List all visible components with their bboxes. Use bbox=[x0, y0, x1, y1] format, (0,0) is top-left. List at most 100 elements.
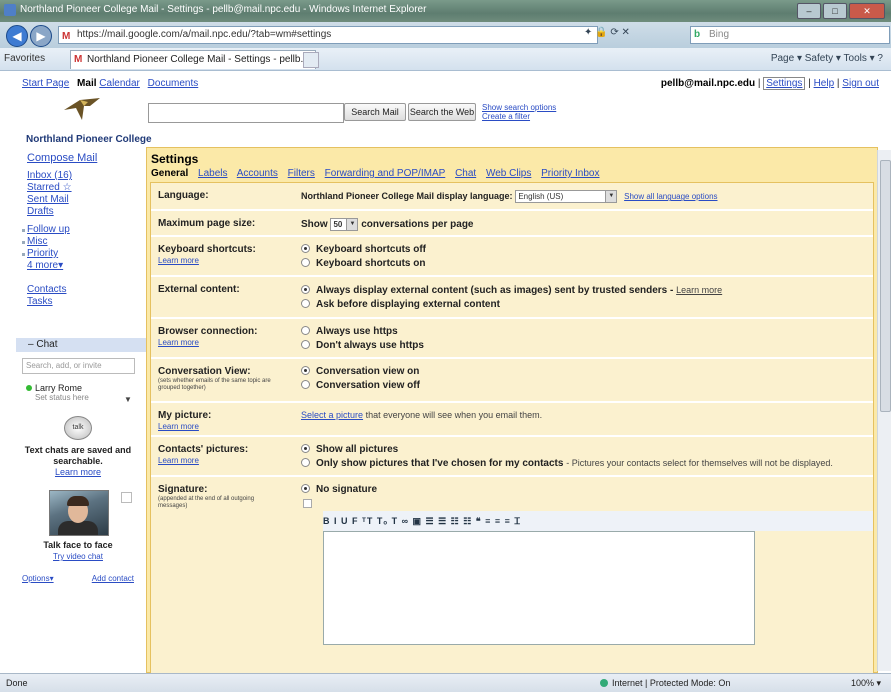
create-filter-link[interactable]: Create a filter bbox=[482, 112, 556, 121]
contact-status[interactable]: Set status here bbox=[35, 393, 89, 402]
https-not-always-text: Don't always use https bbox=[316, 340, 424, 351]
page-size-select[interactable]: 50 ▼ bbox=[330, 218, 359, 231]
page-scrollbar[interactable] bbox=[877, 150, 891, 671]
signature-radio[interactable] bbox=[303, 499, 312, 508]
new-tab-button[interactable] bbox=[303, 52, 319, 68]
radio-selected-icon[interactable] bbox=[301, 484, 310, 493]
contacts-pic-learn-more[interactable]: Learn more bbox=[158, 456, 199, 465]
minimize-button[interactable]: – bbox=[797, 3, 821, 19]
add-contact-link[interactable]: Add contact bbox=[92, 574, 134, 583]
help-link[interactable]: Help bbox=[814, 78, 835, 89]
command-bar[interactable]: Page ▾ Safety ▾ Tools ▾ ? bbox=[771, 53, 883, 64]
nav-drafts[interactable]: Drafts bbox=[27, 206, 54, 217]
language-select[interactable]: English (US) ▼ bbox=[515, 190, 618, 203]
chat-learn-more-link[interactable]: Learn more bbox=[16, 467, 140, 478]
tab-general[interactable]: General bbox=[151, 168, 188, 179]
zoom-level[interactable]: 100% ▾ bbox=[851, 674, 881, 692]
tab-web-clips[interactable]: Web Clips bbox=[486, 168, 531, 179]
browser-conn-learn-more[interactable]: Learn more bbox=[158, 338, 199, 347]
tasks-link[interactable]: Tasks bbox=[27, 296, 53, 307]
label-misc[interactable]: Misc bbox=[27, 236, 48, 247]
tab-chat[interactable]: Chat bbox=[455, 168, 476, 179]
radio-icon[interactable] bbox=[301, 458, 310, 467]
keyboard-on-option[interactable]: Keyboard shortcuts on bbox=[301, 258, 425, 269]
show-languages-link[interactable]: Show all language options bbox=[624, 192, 717, 201]
https-not-always-option[interactable]: Don't always use https bbox=[301, 340, 424, 351]
address-tools[interactable]: ✦ 🔒 ⟳ ✕ bbox=[584, 27, 630, 38]
tab-favicon: M bbox=[74, 54, 83, 65]
mail-search-input[interactable] bbox=[148, 103, 344, 123]
keyboard-off-option[interactable]: Keyboard shortcuts off bbox=[301, 244, 426, 255]
contacts-link[interactable]: Contacts bbox=[27, 284, 66, 295]
dismiss-box[interactable] bbox=[121, 492, 132, 503]
documents-link[interactable]: Documents bbox=[148, 78, 199, 89]
maximize-button[interactable]: □ bbox=[823, 3, 847, 19]
chat-options-link[interactable]: Options▾ bbox=[22, 574, 54, 583]
browser-tab[interactable]: M Northland Pioneer College Mail - Setti… bbox=[70, 50, 316, 69]
radio-icon[interactable] bbox=[301, 380, 310, 389]
tab-accounts[interactable]: Accounts bbox=[237, 168, 278, 179]
radio-selected-icon[interactable] bbox=[301, 444, 310, 453]
chat-search-input[interactable]: Search, add, or invite bbox=[22, 358, 135, 374]
sign-out-link[interactable]: Sign out bbox=[842, 78, 879, 89]
settings-link[interactable]: Settings bbox=[763, 77, 806, 90]
show-all-pictures-option[interactable]: Show all pictures bbox=[301, 444, 398, 455]
college-name: Northland Pioneer College bbox=[26, 134, 152, 145]
forward-button[interactable]: ▶ bbox=[30, 25, 52, 47]
tab-labels[interactable]: Labels bbox=[198, 168, 227, 179]
status-dropdown-icon[interactable]: ▼ bbox=[124, 395, 132, 404]
external-always-option[interactable]: Always display external content (such as… bbox=[301, 285, 722, 296]
try-video-chat-link[interactable]: Try video chat bbox=[16, 551, 140, 562]
tab-forwarding[interactable]: Forwarding and POP/IMAP bbox=[325, 168, 446, 179]
tab-filters[interactable]: Filters bbox=[288, 168, 315, 179]
compose-mail-link[interactable]: Compose Mail bbox=[27, 152, 97, 164]
no-signature-option[interactable]: No signature bbox=[301, 484, 377, 495]
radio-icon[interactable] bbox=[301, 340, 310, 349]
setting-my-picture: My picture: Learn more Select a picture … bbox=[151, 403, 873, 437]
radio-selected-icon[interactable] bbox=[301, 366, 310, 375]
external-ask-option[interactable]: Ask before displaying external content bbox=[301, 299, 500, 310]
signature-editor-toolbar[interactable]: B I U F ᵀT Tₒ T ∞ ▣ ☰ ☰ ☷ ☷ ❝ ≡ ≡ ≡ Ꮖ bbox=[323, 511, 873, 531]
chat-header[interactable]: – Chat bbox=[16, 338, 150, 352]
close-button[interactable]: ✕ bbox=[849, 3, 885, 19]
calendar-link[interactable]: Calendar bbox=[99, 78, 140, 89]
chat-contact[interactable]: Larry Rome Set status here ▼ bbox=[26, 383, 132, 404]
college-logo[interactable]: Northland Pioneer College bbox=[18, 94, 152, 150]
show-search-options-link[interactable]: Show search options bbox=[482, 103, 556, 112]
label-priority[interactable]: Priority bbox=[27, 248, 58, 259]
scrollbar-thumb[interactable] bbox=[880, 160, 891, 412]
radio-icon[interactable] bbox=[301, 299, 310, 308]
radio-selected-icon[interactable] bbox=[301, 244, 310, 253]
radio-icon[interactable] bbox=[301, 258, 310, 267]
chosen-pictures-option[interactable]: Only show pictures that I've chosen for … bbox=[301, 458, 833, 469]
setting-keyboard: Keyboard shortcuts: Learn more Keyboard … bbox=[151, 237, 873, 277]
favorites-button[interactable]: Favorites bbox=[4, 53, 45, 64]
chosen-pictures-suffix: - Pictures your contacts select for them… bbox=[566, 458, 833, 468]
mail-link[interactable]: Mail bbox=[77, 78, 96, 89]
bing-search-input[interactable]: b Bing bbox=[690, 26, 890, 44]
external-learn-more[interactable]: Learn more bbox=[676, 285, 722, 295]
label-follow-up[interactable]: Follow up bbox=[27, 224, 70, 235]
select-picture-link[interactable]: Select a picture bbox=[301, 410, 363, 420]
address-bar[interactable]: M https://mail.google.com/a/mail.npc.edu… bbox=[58, 26, 598, 44]
search-web-button[interactable]: Search the Web bbox=[408, 103, 476, 121]
picture-learn-more[interactable]: Learn more bbox=[158, 422, 199, 431]
start-page-link[interactable]: Start Page bbox=[22, 78, 69, 89]
conversation-off-option[interactable]: Conversation view off bbox=[301, 380, 420, 391]
back-button[interactable]: ◀ bbox=[6, 25, 28, 47]
radio-selected-icon[interactable] bbox=[301, 285, 310, 294]
tab-priority-inbox[interactable]: Priority Inbox bbox=[541, 168, 599, 179]
labels-more-link[interactable]: 4 more▾ bbox=[27, 260, 63, 271]
keyboard-learn-more[interactable]: Learn more bbox=[158, 256, 199, 265]
zoom-text: 100% bbox=[850, 678, 874, 688]
nav-sent[interactable]: Sent Mail bbox=[27, 194, 69, 205]
nav-inbox[interactable]: Inbox (16) bbox=[27, 170, 72, 181]
radio-icon[interactable] bbox=[301, 326, 310, 335]
show-all-pictures-text: Show all pictures bbox=[316, 444, 399, 455]
signature-label: Signature: bbox=[158, 484, 208, 495]
search-mail-button[interactable]: Search Mail bbox=[344, 103, 406, 121]
signature-editor[interactable] bbox=[323, 531, 755, 645]
conversation-on-option[interactable]: Conversation view on bbox=[301, 366, 419, 377]
https-always-option[interactable]: Always use https bbox=[301, 326, 398, 337]
nav-starred[interactable]: Starred ☆ bbox=[27, 182, 72, 193]
